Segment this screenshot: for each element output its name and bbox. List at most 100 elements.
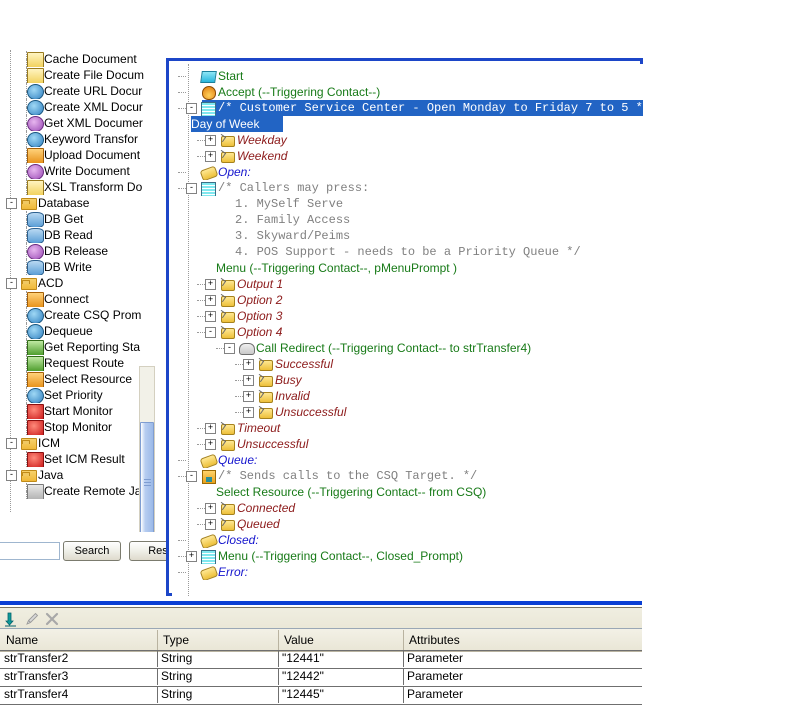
script-step-row[interactable]: 2. Family Access (235, 212, 643, 228)
palette-item[interactable]: Stop Monitor (26, 419, 146, 435)
script-expander-expand-icon[interactable]: + (243, 375, 254, 386)
script-step-row[interactable]: + Queued (205, 516, 643, 532)
script-expander-collapse-icon[interactable]: - (186, 471, 197, 482)
script-expander-expand-icon[interactable]: + (186, 551, 197, 562)
script-step-row[interactable]: - Option 4 (205, 324, 643, 340)
script-step-row[interactable]: Closed: (186, 532, 643, 548)
palette-item[interactable]: Get Reporting Sta (26, 339, 146, 355)
script-step-row[interactable]: + Weekday (205, 132, 643, 148)
tree-expander-collapse-icon[interactable]: - (6, 278, 17, 289)
palette-item[interactable]: Create Remote Ja (26, 483, 146, 499)
script-step-row[interactable]: + Busy (243, 372, 643, 388)
palette-item[interactable]: Create XML Docur (26, 99, 146, 115)
palette-item[interactable]: Dequeue (26, 323, 146, 339)
script-step-row[interactable]: Open: (186, 164, 643, 180)
script-step-row[interactable]: Start (186, 68, 643, 84)
script-step-row[interactable]: + Timeout (205, 420, 643, 436)
script-expander-collapse-icon[interactable]: - (224, 343, 235, 354)
palette-item[interactable]: DB Read (26, 227, 146, 243)
script-expander-expand-icon[interactable]: + (205, 519, 216, 530)
script-step-row[interactable]: Day of Week (191, 116, 643, 132)
script-step-row[interactable]: - /* Callers may press: (186, 180, 643, 196)
script-step-row[interactable]: Error: (186, 564, 643, 580)
script-step-row[interactable]: - /* Sends calls to the CSQ Target. */ (186, 468, 643, 484)
script-tree[interactable]: Start Accept (--Triggering Contact--) - /* … (172, 64, 643, 596)
table-row[interactable]: strTransfer3 String "12442" Parameter (0, 668, 642, 687)
palette-folder[interactable]: - Java (6, 467, 146, 483)
palette-folder[interactable]: - Database (6, 195, 146, 211)
palette-item[interactable]: Create File Docum (26, 67, 146, 83)
script-expander-expand-icon[interactable]: + (205, 151, 216, 162)
script-step-row[interactable]: 1. MySelf Serve (235, 196, 643, 212)
script-step-row[interactable]: + Output 1 (205, 276, 643, 292)
palette-item[interactable]: Get XML Documer (26, 115, 146, 131)
tree-expander-collapse-icon[interactable]: - (6, 438, 17, 449)
script-step-row[interactable]: Accept (--Triggering Contact--) (186, 84, 643, 100)
palette-vertical-scrollbar-thumb[interactable] (140, 422, 154, 532)
palette-item[interactable]: DB Write (26, 259, 146, 275)
script-expander-collapse-icon[interactable]: - (186, 183, 197, 194)
insert-variable-icon[interactable] (4, 611, 20, 627)
palette-item[interactable]: Set ICM Result (26, 451, 146, 467)
script-step-row[interactable]: + Option 3 (205, 308, 643, 324)
variables-table-body[interactable]: strTransfer2 String "12441" Parameter strTra… (0, 650, 642, 705)
palette-item[interactable]: Select Resource (26, 371, 146, 387)
script-expander-expand-icon[interactable]: + (205, 135, 216, 146)
edit-variable-icon[interactable] (24, 611, 40, 627)
search-input[interactable] (0, 542, 60, 560)
palette-item[interactable]: Cache Document (26, 51, 146, 67)
palette-folder[interactable]: - ACD (6, 275, 146, 291)
script-expander-expand-icon[interactable]: + (243, 391, 254, 402)
table-row[interactable]: strTransfer4 String "12445" Parameter (0, 686, 642, 705)
tree-expander-collapse-icon[interactable]: - (6, 198, 17, 209)
column-header-type[interactable]: Type (159, 632, 189, 648)
script-expander-collapse-icon[interactable]: - (186, 103, 197, 114)
column-divider[interactable] (278, 630, 279, 650)
search-button[interactable]: Search (63, 541, 121, 561)
script-step-row[interactable]: + Invalid (243, 388, 643, 404)
script-step-row[interactable]: - /* Customer Service Center - Open Monda… (186, 100, 643, 116)
column-header-value[interactable]: Value (280, 632, 314, 648)
palette-tree[interactable]: Cache Document Create File Docum Create UR… (0, 50, 146, 512)
column-divider[interactable] (403, 630, 404, 650)
palette-item[interactable]: Create CSQ Prom (26, 307, 146, 323)
palette-item[interactable]: XSL Transform Do (26, 179, 146, 195)
script-step-row[interactable]: Queue: (186, 452, 643, 468)
column-header-name[interactable]: Name (2, 632, 38, 648)
palette-item[interactable]: Keyword Transfor (26, 131, 146, 147)
delete-variable-icon[interactable] (44, 611, 60, 627)
script-expander-expand-icon[interactable]: + (205, 279, 216, 290)
script-expander-expand-icon[interactable]: + (243, 359, 254, 370)
script-step-row[interactable]: Select Resource (--Triggering Contact-- … (216, 484, 643, 500)
script-step-row[interactable]: 4. POS Support - needs to be a Priority … (235, 244, 643, 260)
palette-item[interactable]: Write Document (26, 163, 146, 179)
script-step-row[interactable]: + Menu (--Triggering Contact--, Closed_Pr… (186, 548, 643, 564)
table-row[interactable]: strTransfer2 String "12441" Parameter (0, 650, 642, 669)
script-step-row[interactable]: + Option 2 (205, 292, 643, 308)
script-step-row[interactable]: + Successful (243, 356, 643, 372)
script-expander-expand-icon[interactable]: + (243, 407, 254, 418)
script-expander-collapse-icon[interactable]: - (205, 327, 216, 338)
tree-expander-collapse-icon[interactable]: - (6, 470, 17, 481)
palette-item[interactable]: Request Route (26, 355, 146, 371)
script-step-row[interactable]: + Unsuccessful (243, 404, 643, 420)
palette-item[interactable]: Set Priority (26, 387, 146, 403)
palette-folder[interactable]: - ICM (6, 435, 146, 451)
column-divider[interactable] (157, 630, 158, 650)
script-expander-expand-icon[interactable]: + (205, 439, 216, 450)
script-expander-expand-icon[interactable]: + (205, 295, 216, 306)
palette-item[interactable]: Connect (26, 291, 146, 307)
palette-item[interactable]: DB Release (26, 243, 146, 259)
palette-item[interactable]: Create URL Docur (26, 83, 146, 99)
column-header-attributes[interactable]: Attributes (405, 632, 460, 648)
script-step-row[interactable]: 3. Skyward/Peims (235, 228, 643, 244)
script-step-row[interactable]: + Connected (205, 500, 643, 516)
script-expander-expand-icon[interactable]: + (205, 503, 216, 514)
palette-item[interactable]: Start Monitor (26, 403, 146, 419)
script-expander-expand-icon[interactable]: + (205, 311, 216, 322)
script-step-row[interactable]: Menu (--Triggering Contact--, pMenuPromp… (216, 260, 643, 276)
script-step-row[interactable]: - Call Redirect (--Triggering Contact-- t… (224, 340, 643, 356)
script-step-row[interactable]: + Weekend (205, 148, 643, 164)
palette-item[interactable]: DB Get (26, 211, 146, 227)
palette-item[interactable]: Upload Document (26, 147, 146, 163)
